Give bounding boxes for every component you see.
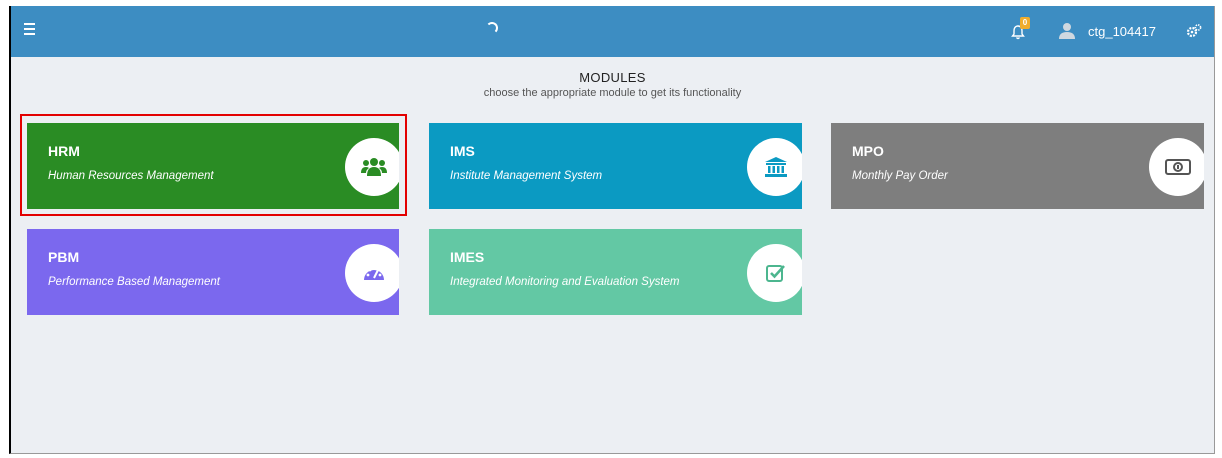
module-abbr: PBM (48, 249, 80, 265)
module-name: Performance Based Management (48, 276, 220, 288)
check-square-icon (766, 265, 785, 282)
module-abbr: MPO (852, 143, 884, 159)
module-abbr: IMS (450, 143, 475, 159)
module-card-mpo[interactable]: MPO Monthly Pay Order (831, 123, 1204, 209)
money-icon (1165, 159, 1191, 175)
module-card-imes[interactable]: IMES Integrated Monitoring and Evaluatio… (429, 229, 802, 315)
page-title: MODULES (579, 70, 646, 85)
dashboard-icon (364, 266, 384, 280)
user-menu[interactable]: ctg_104417 (1058, 20, 1156, 42)
module-icon-circle (1149, 138, 1204, 196)
hamburger-menu-icon[interactable] (24, 23, 38, 39)
institution-icon (765, 157, 787, 177)
top-navbar: 0 ctg_104417 (11, 6, 1214, 57)
users-icon (361, 158, 387, 176)
modules-heading: MODULES choose the appropriate module to… (11, 70, 1214, 99)
module-icon-circle (345, 138, 399, 196)
module-card-pbm[interactable]: PBM Performance Based Management (27, 229, 399, 315)
notification-button[interactable]: 0 (1011, 17, 1031, 44)
module-name: Institute Management System (450, 170, 603, 182)
settings-cogs-icon[interactable] (1186, 23, 1202, 39)
module-name: Human Resources Management (48, 170, 214, 182)
module-card-ims[interactable]: IMS Institute Management System (429, 123, 802, 209)
module-icon-circle (747, 244, 802, 302)
username-label: ctg_104417 (1088, 23, 1156, 39)
module-icon-circle (747, 138, 802, 196)
module-name: Monthly Pay Order (852, 170, 948, 182)
page-subtitle: choose the appropriate module to get its… (483, 87, 742, 99)
module-abbr: IMES (450, 249, 485, 265)
module-card-hrm[interactable]: HRM Human Resources Management (27, 123, 399, 209)
module-name: Integrated Monitoring and Evaluation Sys… (450, 276, 680, 288)
module-abbr: HRM (48, 143, 80, 159)
user-avatar-icon (1059, 23, 1075, 39)
app-window: 0 ctg_104417 MODULES choose the appropri… (9, 6, 1215, 454)
notification-badge: 0 (1020, 17, 1030, 29)
loading-spinner-icon (486, 22, 498, 34)
module-icon-circle (345, 244, 399, 302)
